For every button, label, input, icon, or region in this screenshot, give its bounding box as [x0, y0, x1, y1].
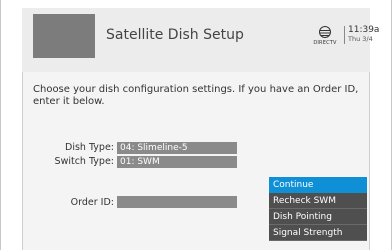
clock-time: 11:39a [348, 25, 380, 35]
clock-date: Thu 3/4 [348, 35, 373, 43]
signal-strength-button[interactable]: Signal Strength [269, 225, 367, 241]
video-thumbnail [33, 14, 95, 58]
order-id-label: Order ID: [70, 197, 114, 208]
globe-icon [319, 26, 331, 38]
switch-type-field[interactable]: 01: SWM [117, 156, 237, 168]
switch-type-label: Switch Type: [54, 156, 114, 167]
directv-logo-icon: DIRECTV [312, 25, 338, 49]
left-border [0, 0, 1, 250]
action-menu: Continue Recheck SWM Dish Pointing Signa… [269, 177, 367, 241]
screen: Satellite Dish Setup DIRECTV 11:39a Thu … [0, 0, 392, 250]
dish-type-label: Dish Type: [65, 142, 114, 153]
dish-pointing-button[interactable]: Dish Pointing [269, 209, 367, 225]
order-id-input[interactable] [117, 196, 237, 208]
page-title: Satellite Dish Setup [106, 27, 244, 43]
instructions-text: Choose your dish configuration settings.… [33, 84, 359, 107]
recheck-swm-button[interactable]: Recheck SWM [269, 193, 367, 209]
logo-text: DIRECTV [313, 40, 337, 46]
continue-button[interactable]: Continue [269, 177, 367, 193]
dish-type-field[interactable]: 04: Slimeline-5 [117, 142, 237, 154]
header-divider [344, 26, 345, 44]
